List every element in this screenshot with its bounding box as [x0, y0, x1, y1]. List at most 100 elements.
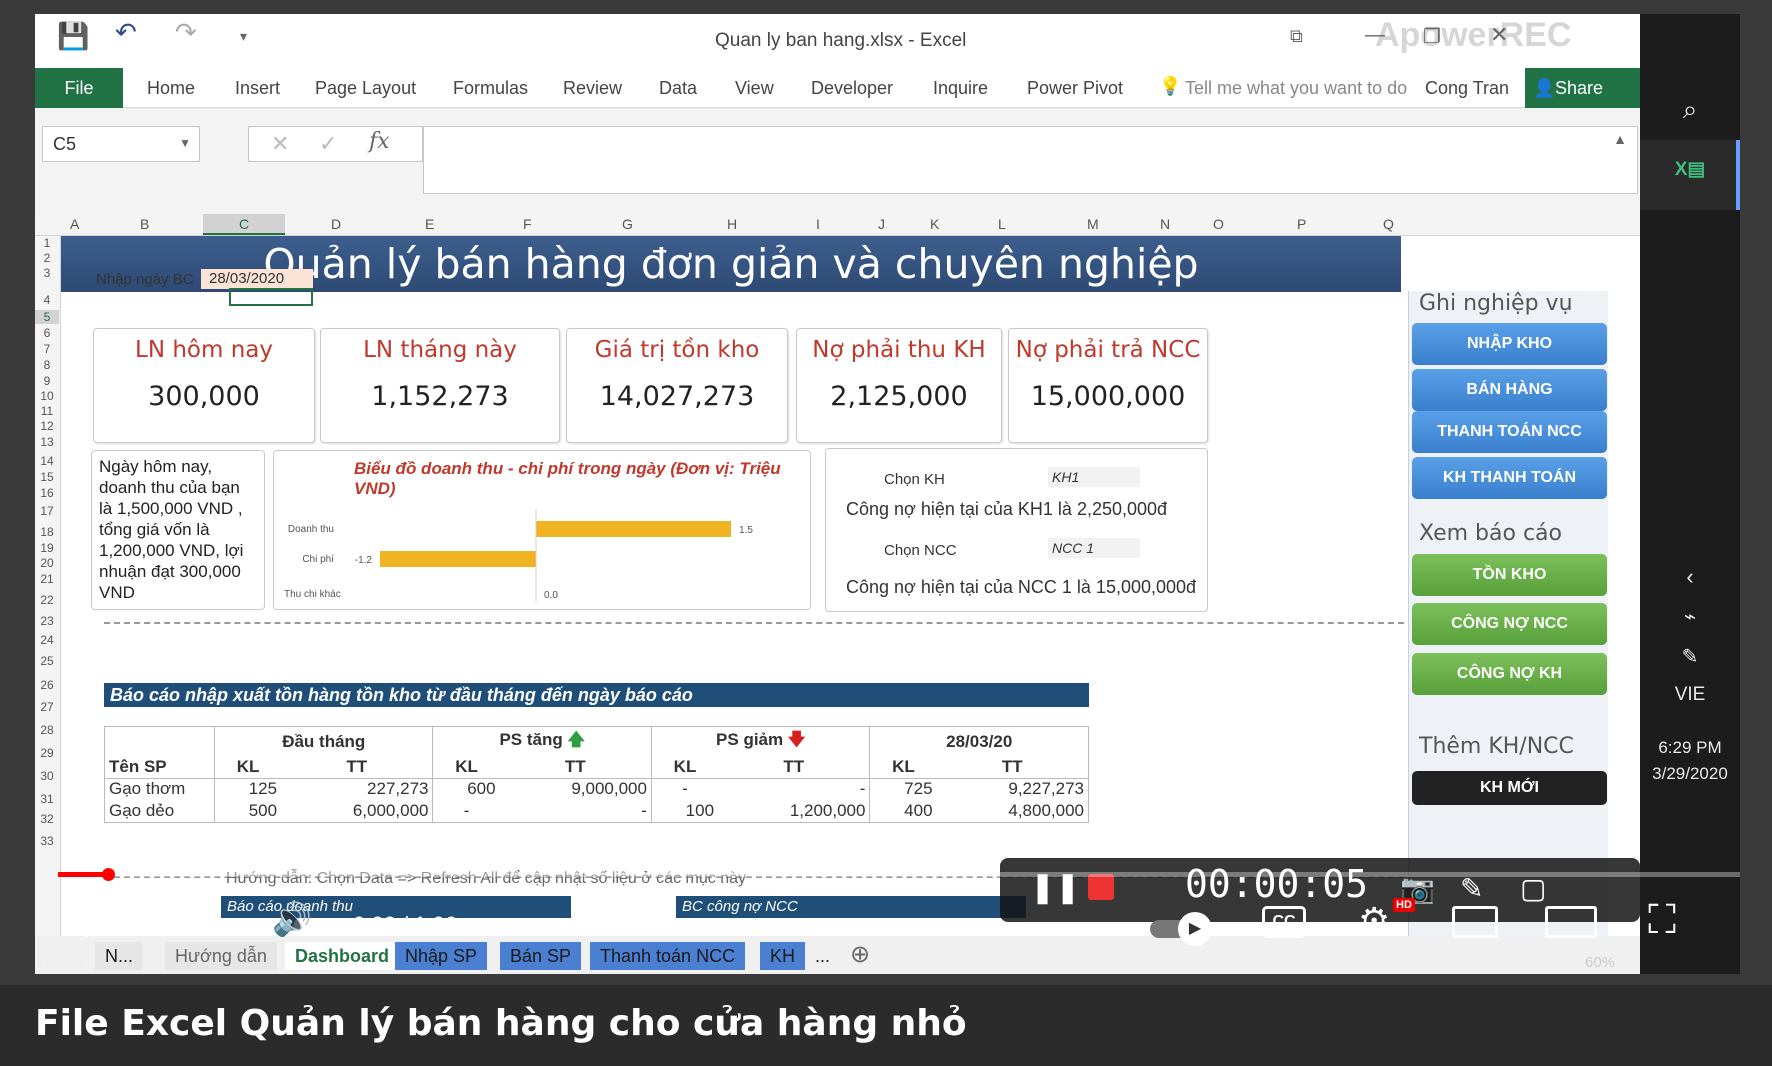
selected-cell-c5[interactable] [229, 288, 313, 306]
row-header[interactable]: 23 [35, 614, 59, 628]
column-header[interactable]: P [1297, 216, 1306, 232]
add-sheet-icon[interactable]: ⊕ [850, 940, 870, 969]
tab-home[interactable]: Home [147, 78, 195, 99]
row-header[interactable]: 7 [35, 342, 59, 356]
ton-kho-button[interactable]: TỒN KHO [1412, 554, 1607, 596]
row-header[interactable]: 17 [35, 504, 59, 518]
settings-icon[interactable]: ⚙ [1358, 900, 1390, 942]
row-header[interactable]: 11 [35, 404, 59, 418]
row-header[interactable]: 18 [35, 525, 59, 539]
customer-select[interactable]: KH1 [1048, 467, 1140, 487]
insert-function-icon[interactable]: fx [369, 129, 390, 154]
table-cell[interactable]: 600 [433, 778, 500, 800]
column-header[interactable]: O [1213, 216, 1224, 232]
excel-taskbar-item[interactable]: X▤ [1640, 140, 1740, 210]
row-header[interactable]: 8 [35, 358, 59, 372]
table-cell[interactable]: 500 [215, 800, 282, 822]
chevron-left-icon[interactable]: ‹ [1640, 564, 1740, 590]
theater-mode-icon[interactable] [1545, 906, 1597, 938]
captions-icon[interactable]: CC [1262, 906, 1306, 938]
row-header[interactable]: 27 [35, 700, 59, 714]
table-cell[interactable]: 4,800,000 [936, 800, 1089, 822]
tab-file[interactable]: File [35, 68, 123, 108]
cong-no-kh-button[interactable]: CÔNG NỢ KH [1412, 653, 1607, 695]
minimize-icon[interactable]: — [1365, 24, 1385, 47]
sheet-tab[interactable]: Hướng dẫn [165, 942, 277, 970]
tab-page-layout[interactable]: Page Layout [315, 78, 416, 99]
tab-review[interactable]: Review [563, 78, 622, 99]
row-header[interactable]: 24 [35, 633, 59, 647]
redo-icon[interactable]: ↷ [175, 18, 197, 48]
row-header[interactable]: 30 [35, 769, 59, 783]
progress-bar[interactable] [58, 872, 1740, 877]
stop-icon[interactable] [1088, 874, 1114, 900]
row-header[interactable]: 28 [35, 723, 59, 737]
share-button[interactable]: 👤 Share [1525, 68, 1640, 108]
ban-hang-button[interactable]: BÁN HÀNG [1412, 369, 1607, 411]
check-icon[interactable]: ✓ [319, 131, 337, 157]
row-header[interactable]: 33 [35, 834, 59, 848]
video-player[interactable]: 💾 ↶ ↷ ▾ Quan ly ban hang.xlsx - Excel Ap… [0, 0, 1772, 985]
fullscreen-icon[interactable]: ⛶ [1648, 898, 1676, 943]
sheet-tab[interactable]: Thanh toán NCC [590, 942, 746, 970]
sheet-tab[interactable]: N... [95, 942, 144, 970]
row-header[interactable]: 12 [35, 419, 59, 433]
sheet-tab[interactable]: Nhập SP [395, 942, 488, 970]
kh-thanh-toan-button[interactable]: KH THANH TOÁN [1412, 457, 1607, 499]
column-header[interactable]: K [930, 216, 939, 232]
autoplay-toggle[interactable]: ▶ [1150, 912, 1212, 946]
tab-inquire[interactable]: Inquire [933, 78, 988, 99]
table-cell[interactable]: - [651, 778, 718, 800]
column-header[interactable]: B [140, 216, 149, 232]
table-cell[interactable]: 125 [215, 778, 282, 800]
column-header[interactable]: F [523, 216, 532, 232]
tab-formulas[interactable]: Formulas [453, 78, 528, 99]
sheet-tab[interactable]: Bán SP [500, 942, 582, 970]
tab-view[interactable]: View [735, 78, 774, 99]
collapse-formula-icon[interactable]: ▲ [1613, 131, 1627, 147]
date-cell[interactable]: 28/03/2020 [201, 269, 313, 289]
thanh-toan-ncc-button[interactable]: THANH TOÁN NCC [1412, 411, 1607, 453]
column-header[interactable]: G [622, 216, 633, 232]
row-header[interactable]: 6 [35, 326, 59, 340]
table-cell[interactable]: 6,000,000 [281, 800, 434, 822]
kh-moi-button[interactable]: KH MỚI [1412, 771, 1607, 805]
table-cell[interactable]: - [433, 800, 500, 822]
row-header[interactable]: 26 [35, 678, 59, 692]
row-header[interactable]: 9 [35, 374, 59, 388]
cong-no-ncc-button[interactable]: CÔNG NỢ NCC [1412, 603, 1607, 645]
row-header[interactable]: 10 [35, 389, 59, 403]
miniplayer-icon[interactable] [1452, 906, 1498, 938]
save-icon[interactable]: 💾 [57, 22, 89, 52]
next-icon[interactable]: ⏭ [180, 900, 211, 939]
row-header[interactable]: 13 [35, 435, 59, 449]
volume-icon[interactable]: 🔊 [272, 900, 312, 938]
table-cell[interactable]: 9,227,273 [936, 778, 1089, 800]
table-cell[interactable]: Gạo thơm [104, 778, 215, 800]
tab-data[interactable]: Data [659, 78, 697, 99]
column-header[interactable]: Q [1383, 216, 1394, 232]
column-header[interactable]: A [70, 216, 79, 232]
restore-icon[interactable]: ❐ [1423, 24, 1441, 49]
user-name[interactable]: Cong Tran [1425, 78, 1509, 99]
row-header[interactable]: 29 [35, 746, 59, 760]
column-header[interactable]: I [816, 216, 820, 232]
table-cell[interactable]: - [718, 778, 871, 800]
zoom-level[interactable]: 60% [1585, 954, 1615, 971]
sheet-tab[interactable]: KH [760, 942, 806, 970]
table-cell[interactable]: 1,200,000 [718, 800, 871, 822]
tab-power-pivot[interactable]: Power Pivot [1027, 78, 1123, 99]
tab-insert[interactable]: Insert [235, 78, 280, 99]
row-header[interactable]: 14 [35, 454, 59, 468]
column-header[interactable]: N [1160, 216, 1170, 232]
search-icon[interactable]: ⌕ [1640, 94, 1740, 126]
cancel-icon[interactable]: ✕ [271, 131, 289, 157]
row-header[interactable]: 1 [35, 236, 59, 250]
table-cell[interactable]: 100 [651, 800, 718, 822]
column-header[interactable]: D [331, 216, 341, 232]
more-tabs[interactable]: ... [805, 942, 840, 970]
row-header[interactable]: 31 [35, 792, 59, 806]
row-header[interactable]: 20 [35, 556, 59, 570]
formula-input[interactable]: ▲ [423, 126, 1638, 194]
row-header[interactable]: 32 [35, 812, 59, 826]
